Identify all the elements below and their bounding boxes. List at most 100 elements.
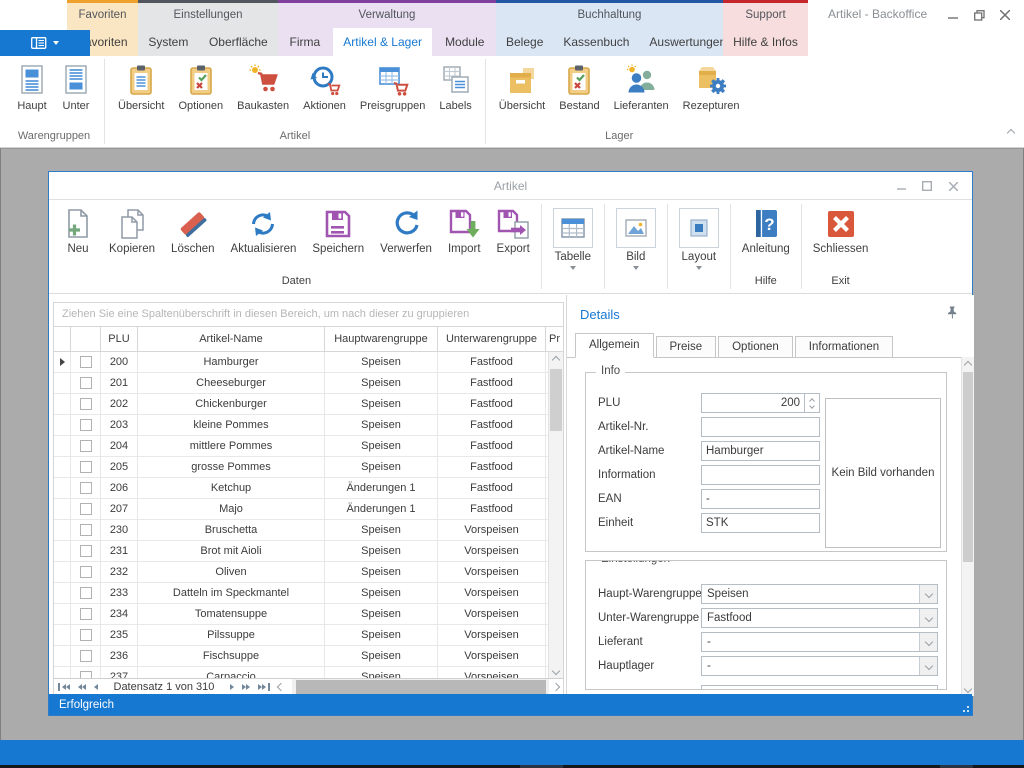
- inner-minimize-button[interactable]: [888, 175, 914, 197]
- verwerfen-button[interactable]: Verwerfen: [372, 208, 440, 255]
- tab-hilfe-infos[interactable]: Hilfe & Infos: [723, 28, 808, 56]
- table-row[interactable]: 205 grosse Pommes Speisen Fastfood: [54, 457, 563, 478]
- ribbon-collapse-button[interactable]: [1008, 125, 1014, 139]
- artikelname-field[interactable]: [701, 441, 820, 461]
- plu-field[interactable]: [701, 393, 805, 413]
- tab-system[interactable]: System: [138, 28, 198, 56]
- row-checkbox[interactable]: [80, 608, 92, 620]
- artikel-uebersicht-button[interactable]: Übersicht: [111, 62, 171, 114]
- baukasten-button[interactable]: Baukasten: [230, 62, 296, 114]
- table-row[interactable]: 237 Carpaccio Speisen Vorspeisen: [54, 667, 563, 678]
- table-row[interactable]: 235 Pilssuppe Speisen Vorspeisen: [54, 625, 563, 646]
- ribbon-category-support[interactable]: Support Hilfe & Infos: [723, 0, 808, 56]
- tab-allgemein[interactable]: Allgemein: [575, 333, 654, 358]
- row-checkbox[interactable]: [80, 440, 92, 452]
- hauptwarengruppe-select[interactable]: Speisen: [701, 584, 938, 604]
- rezepturen-button[interactable]: Rezepturen: [676, 62, 747, 114]
- table-row[interactable]: 236 Fischsuppe Speisen Vorspeisen: [54, 646, 563, 667]
- unter-button[interactable]: Unter: [54, 62, 98, 114]
- einheit-field[interactable]: [701, 513, 820, 533]
- speichern-button[interactable]: Speichern: [304, 208, 372, 255]
- lieferanten-button[interactable]: Lieferanten: [607, 62, 676, 114]
- tab-oberflaeche[interactable]: Oberfläche: [199, 28, 278, 56]
- scroll-up-button[interactable]: [549, 352, 563, 367]
- group-by-panel[interactable]: Ziehen Sie eine Spaltenüberschrift in di…: [54, 303, 563, 327]
- hscroll-right-button[interactable]: [549, 684, 563, 690]
- row-checkbox[interactable]: [80, 419, 92, 431]
- combo-arrow-button[interactable]: [919, 585, 937, 603]
- nav-prev-page-button[interactable]: [74, 684, 90, 690]
- grid-vertical-scrollbar[interactable]: [548, 352, 563, 678]
- hauptlager-select[interactable]: -: [701, 656, 938, 676]
- details-vertical-scrollbar[interactable]: [961, 357, 974, 696]
- lager-uebersicht-button[interactable]: Übersicht: [492, 62, 552, 114]
- aktualisieren-button[interactable]: Aktualisieren: [223, 208, 305, 255]
- row-checkbox[interactable]: [80, 650, 92, 662]
- scrollbar-thumb[interactable]: [296, 680, 546, 694]
- nav-last-button[interactable]: [254, 683, 274, 691]
- artikel-optionen-button[interactable]: Optionen: [171, 62, 230, 114]
- aktionen-button[interactable]: Aktionen: [296, 62, 353, 114]
- tab-informationen[interactable]: Informationen: [795, 336, 893, 358]
- labels-button[interactable]: Labels: [432, 62, 478, 114]
- nav-prev-button[interactable]: [90, 684, 102, 690]
- unterwarengruppe-select[interactable]: Fastfood: [701, 608, 938, 628]
- scroll-up-button[interactable]: [962, 357, 974, 372]
- table-row[interactable]: 230 Bruschetta Speisen Vorspeisen: [54, 520, 563, 541]
- tab-preise[interactable]: Preise: [656, 336, 717, 358]
- tab-artikel-lager[interactable]: Artikel & Lager: [333, 28, 432, 56]
- loeschen-button[interactable]: Löschen: [163, 208, 222, 255]
- artikelnr-field[interactable]: [701, 417, 820, 437]
- table-row[interactable]: 202 Chickenburger Speisen Fastfood: [54, 394, 563, 415]
- lieferant-select[interactable]: -: [701, 632, 938, 652]
- row-checkbox[interactable]: [80, 566, 92, 578]
- column-header-name[interactable]: Artikel-Name: [138, 327, 325, 351]
- app-menu-button[interactable]: [0, 30, 90, 56]
- table-row[interactable]: 203 kleine Pommes Speisen Fastfood: [54, 415, 563, 436]
- ribbon-category-einstellungen[interactable]: Einstellungen System Oberfläche: [138, 0, 278, 56]
- row-checkbox[interactable]: [80, 587, 92, 599]
- export-button[interactable]: Export: [489, 208, 538, 255]
- ean-field[interactable]: [701, 489, 820, 509]
- table-row[interactable]: 206 Ketchup Änderungen 1 Fastfood: [54, 478, 563, 499]
- tab-firma[interactable]: Firma: [280, 28, 331, 56]
- kopieren-button[interactable]: Kopieren: [101, 208, 163, 255]
- row-checkbox[interactable]: [80, 503, 92, 515]
- table-row[interactable]: 207 Majo Änderungen 1 Fastfood: [54, 499, 563, 520]
- layout-button[interactable]: Layout: [671, 208, 727, 270]
- table-row[interactable]: 234 Tomatensuppe Speisen Vorspeisen: [54, 604, 563, 625]
- import-button[interactable]: Import: [440, 208, 489, 255]
- combo-arrow-button[interactable]: [919, 609, 937, 627]
- nav-first-button[interactable]: [54, 683, 74, 691]
- row-checkbox[interactable]: [80, 461, 92, 473]
- row-checkbox[interactable]: [80, 377, 92, 389]
- tabelle-button[interactable]: Tabelle: [545, 208, 601, 270]
- combo-arrow-button[interactable]: [919, 657, 937, 675]
- inner-maximize-button[interactable]: [914, 175, 940, 197]
- column-header-cut[interactable]: Pr: [546, 327, 563, 351]
- neu-button[interactable]: Neu: [55, 208, 101, 255]
- tab-auswertungen[interactable]: Auswertungen: [639, 28, 736, 56]
- preisgruppen-button[interactable]: Preisgruppen: [353, 62, 432, 114]
- anleitung-button[interactable]: ? Anleitung: [734, 208, 798, 255]
- resize-grip[interactable]: [961, 704, 969, 712]
- hscroll-left-button[interactable]: [274, 684, 288, 690]
- column-header-unter[interactable]: Unterwarengruppe: [438, 327, 546, 351]
- scrollbar-thumb[interactable]: [963, 372, 973, 562]
- row-checkbox[interactable]: [80, 545, 92, 557]
- spin-down-icon[interactable]: [809, 403, 815, 409]
- scroll-down-button[interactable]: [549, 663, 563, 678]
- row-checkbox[interactable]: [80, 671, 92, 678]
- tab-belege[interactable]: Belege: [496, 28, 553, 56]
- plu-spinner[interactable]: [805, 393, 820, 413]
- table-row[interactable]: 232 Oliven Speisen Vorspeisen: [54, 562, 563, 583]
- schliessen-button[interactable]: Schliessen: [805, 208, 877, 255]
- artikel-window-titlebar[interactable]: Artikel: [49, 172, 972, 200]
- ribbon-category-verwaltung[interactable]: Verwaltung Firma Artikel & Lager Module: [278, 0, 496, 56]
- combo-arrow-button[interactable]: [919, 633, 937, 651]
- row-checkbox[interactable]: [80, 356, 92, 368]
- close-button[interactable]: [992, 4, 1018, 26]
- information-field[interactable]: [701, 465, 820, 485]
- column-header-plu[interactable]: PLU: [101, 327, 138, 351]
- ribbon-category-buchhaltung[interactable]: Buchhaltung Belege Kassenbuch Auswertung…: [496, 0, 723, 56]
